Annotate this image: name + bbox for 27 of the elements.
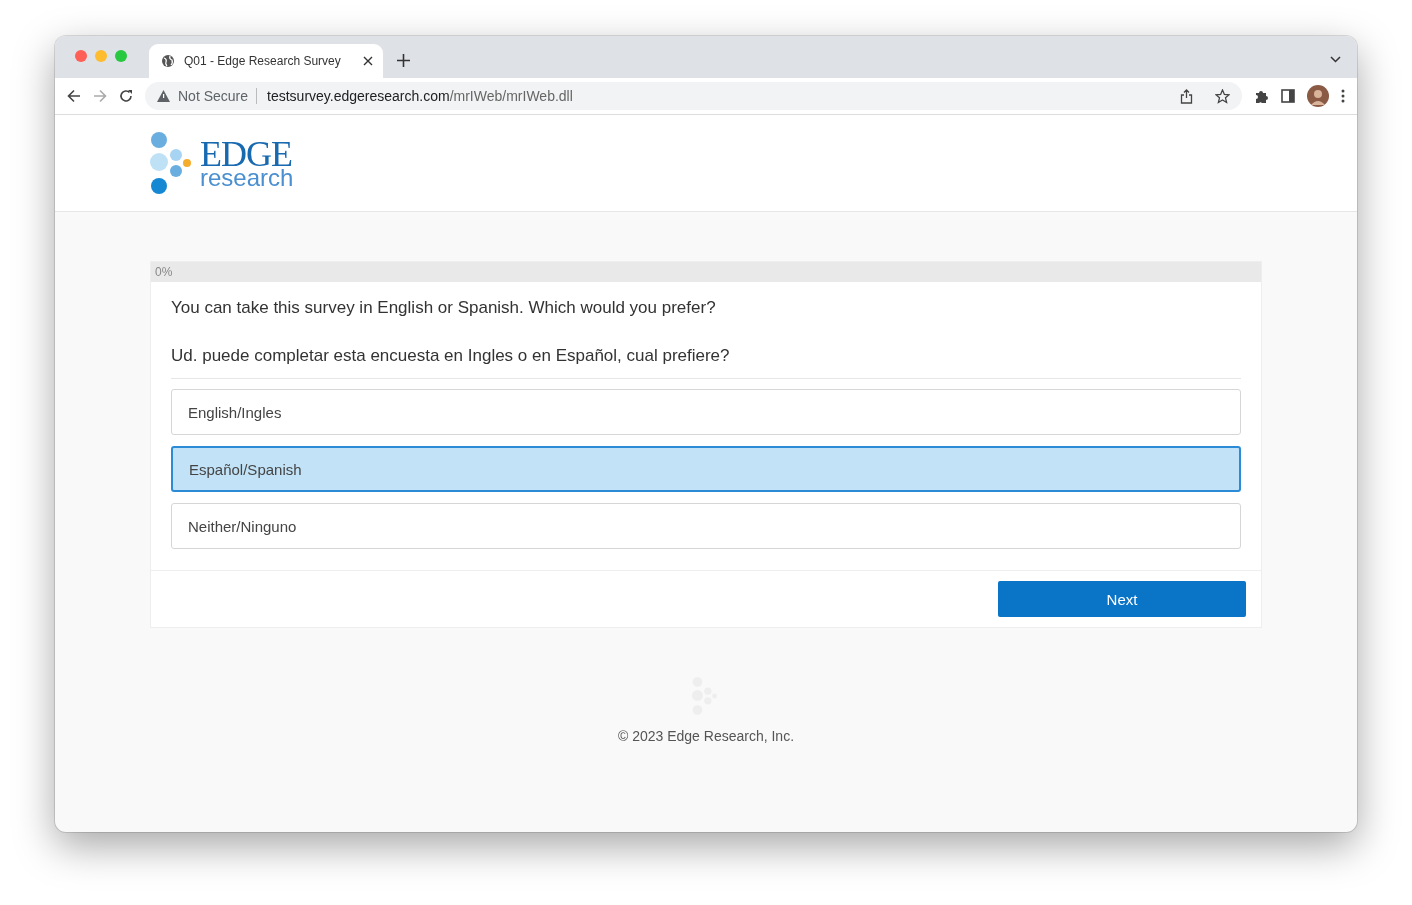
question-text: Ud. puede completar esta encuesta en Ingles o en Español, cual prefiere?	[171, 346, 731, 366]
reload-icon[interactable]	[119, 89, 133, 103]
close-tab-icon[interactable]	[363, 56, 373, 66]
answer-option[interactable]: English/Ingles	[171, 389, 1241, 435]
puzzle-piece-icon[interactable]	[1254, 88, 1269, 104]
logo-subtitle: research	[200, 166, 294, 190]
warning-icon	[157, 90, 170, 102]
progress-label: 0%	[155, 265, 173, 279]
next-button[interactable]: Next	[998, 581, 1246, 617]
answer-option[interactable]: Neither/Ninguno	[171, 503, 1241, 549]
copyright-text: © 2023 Edge Research, Inc.	[617, 728, 795, 744]
address-bar[interactable]: Not Secure testsurvey.edgeresearch.com/mrIWeb/mrIWeb.dll	[145, 82, 1242, 110]
side-panel-icon[interactable]	[1281, 89, 1295, 103]
question-text: You can take this survey in English or Spanish. Which would you prefer?	[171, 298, 717, 318]
back-arrow-icon[interactable]	[67, 89, 81, 103]
url-text: testsurvey.edgeresearch.com/mrIWeb/mrIWeb.dll	[267, 88, 573, 104]
globe-icon	[161, 54, 175, 68]
more-options-icon[interactable]	[1341, 89, 1345, 103]
new-tab-icon[interactable]	[397, 54, 410, 67]
star-icon[interactable]	[1215, 88, 1230, 104]
security-label: Not Secure	[178, 88, 249, 104]
tab-title: Q01 - Edge Research Survey	[184, 54, 342, 68]
chevron-down-icon[interactable]	[1330, 56, 1341, 63]
browser-tab[interactable]: Q01 - Edge Research Survey	[149, 44, 383, 78]
avatar-icon[interactable]	[1307, 85, 1329, 107]
answer-option[interactable]: Español/Spanish	[171, 446, 1241, 492]
share-icon[interactable]	[1180, 88, 1193, 104]
